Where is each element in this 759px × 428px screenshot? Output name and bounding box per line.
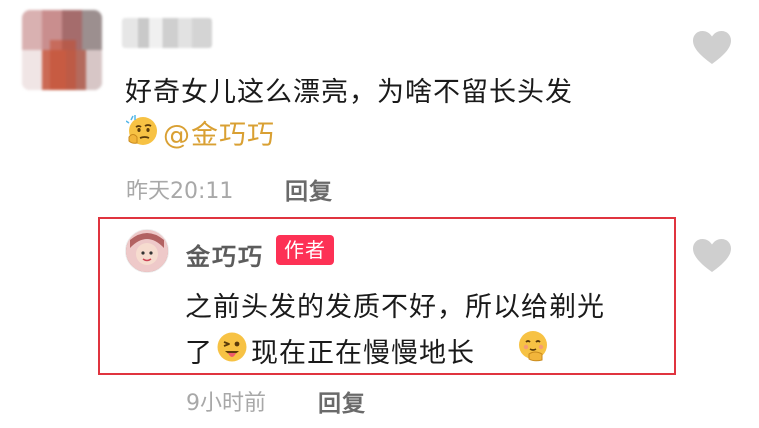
comment-time: 昨天20:11 — [126, 179, 234, 204]
reply-text-line1: 之前头发的发质不好，所以给剃光 — [185, 292, 605, 323]
emoji-thinking-icon — [126, 115, 157, 145]
emoji-shy-hand-icon — [519, 331, 547, 362]
reply-button[interactable]: 回复 — [285, 172, 333, 206]
like-heart-icon[interactable] — [692, 30, 732, 66]
reply-time: 9小时前 — [186, 391, 266, 416]
comment-text: 好奇女儿这么漂亮，为啥不留长头发 — [125, 77, 573, 108]
reply-button[interactable]: 回复 — [318, 384, 366, 418]
commenter-avatar[interactable] — [22, 10, 102, 90]
reply-text-line2-start: 了 — [185, 338, 213, 369]
like-heart-icon[interactable] — [692, 238, 732, 274]
author-avatar-image — [126, 230, 168, 272]
reply-text-line2-end: 现在正在慢慢地长 — [251, 338, 475, 369]
author-name[interactable]: 金巧巧 — [186, 237, 264, 272]
mention-link[interactable]: @金巧巧 — [163, 113, 275, 152]
commenter-name-redacted[interactable] — [122, 18, 212, 48]
author-badge: 作者 — [276, 235, 334, 265]
emoji-wink-tongue-icon — [217, 332, 247, 362]
author-avatar[interactable] — [125, 229, 169, 273]
